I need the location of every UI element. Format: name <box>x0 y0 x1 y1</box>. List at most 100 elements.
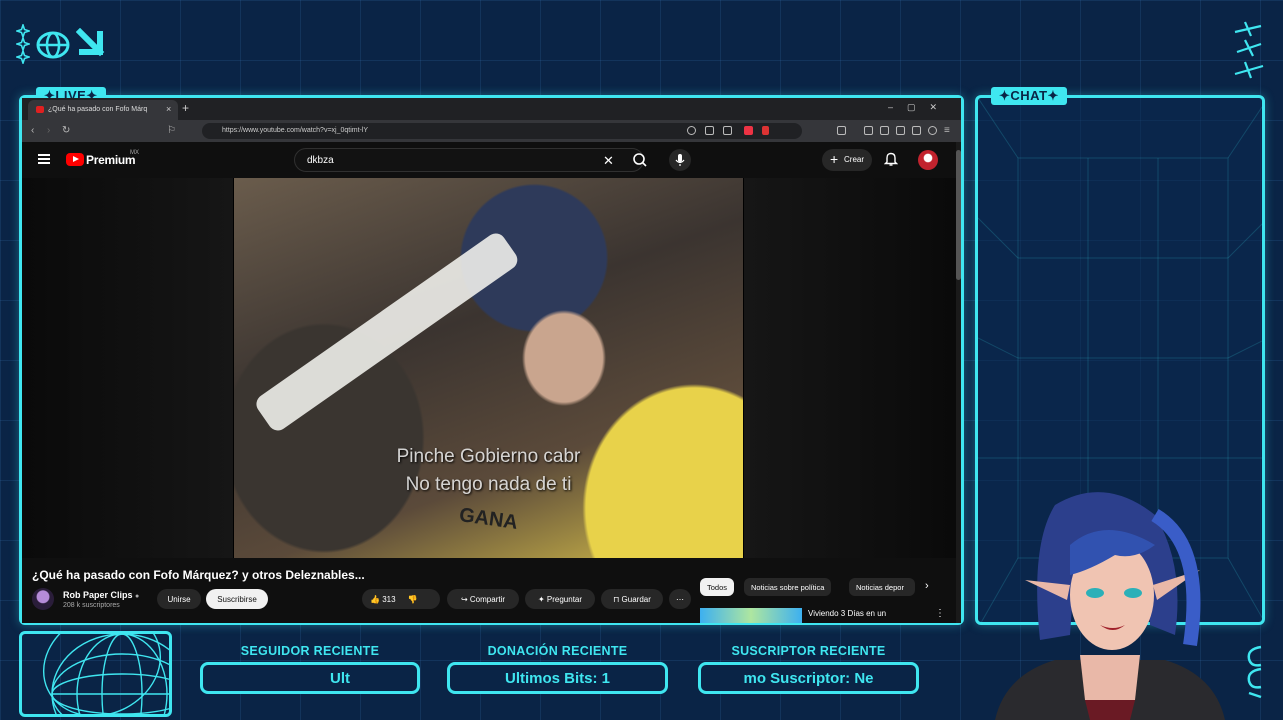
microphone-icon[interactable] <box>669 149 691 171</box>
join-button[interactable]: Unirse <box>157 589 201 609</box>
video-player[interactable]: GANA Pinche Gobierno cabr No tengo nada … <box>22 178 956 558</box>
recent-subscriber-value: mo Suscriptor: Ne <box>743 670 874 687</box>
chip-politics[interactable]: Noticias sobre política <box>744 578 832 596</box>
share-icon[interactable] <box>723 126 732 135</box>
join-label: Unirse <box>167 595 191 604</box>
youtube-logo-icon[interactable] <box>66 153 84 166</box>
ask-button[interactable]: ✦ Preguntar <box>525 589 595 609</box>
create-label: Crear <box>844 155 865 164</box>
user-avatar[interactable] <box>918 150 938 170</box>
share-icon: ↪ <box>460 595 470 604</box>
youtube-brand[interactable]: Premium <box>86 153 136 167</box>
menu-icon[interactable] <box>38 154 50 164</box>
bookmark-icon[interactable]: ⚐ <box>167 125 176 136</box>
url-text: https://www.youtube.com/watch?v=xj_0qtim… <box>222 127 369 134</box>
video-frame[interactable]: GANA Pinche Gobierno cabr No tengo nada … <box>234 178 743 558</box>
tab-title: ¿Qué ha pasado con Fofo Márq <box>48 106 148 113</box>
more-actions-button[interactable]: ⋯ <box>669 589 691 609</box>
extension-icon[interactable] <box>837 126 846 135</box>
arrow-down-right-icon <box>76 28 105 57</box>
decorative-bracket-icon <box>1247 645 1262 699</box>
search-value: dkbza <box>307 155 334 166</box>
cast-icon[interactable] <box>705 126 714 135</box>
channel-avatar[interactable] <box>32 588 54 610</box>
thumbs-down-icon: 👎 <box>407 595 418 604</box>
clear-search-icon[interactable]: ✕ <box>603 153 614 169</box>
reload-icon[interactable]: ↻ <box>62 125 70 136</box>
create-button[interactable]: + Crear <box>822 149 872 171</box>
recent-follower-value: Ult <box>330 670 350 687</box>
recent-follower-box: Ult <box>200 662 420 694</box>
video-info-panel: ¿Qué ha pasado con Fofo Márquez? y otros… <box>22 558 956 623</box>
vpn-icon[interactable] <box>928 126 937 135</box>
sparkle-icon <box>16 24 30 64</box>
browser-tab[interactable]: ¿Qué ha pasado con Fofo Márq × <box>28 100 178 120</box>
search-input[interactable]: dkbza ✕ <box>294 148 644 172</box>
channel-name[interactable]: Rob Paper Clips ● <box>63 590 139 600</box>
share-label: Compartir <box>469 595 506 604</box>
dislike-button[interactable]: 👎 <box>408 595 418 604</box>
subscriber-count: 208 k suscriptores <box>63 602 120 609</box>
save-button[interactable]: ⊓ Guardar <box>601 589 663 609</box>
recommended-title[interactable]: Viviendo 3 Días en un <box>808 609 886 618</box>
like-button[interactable]: 👍 313 <box>370 595 396 604</box>
recent-follower-label: SEGUIDOR RECIENTE <box>240 644 380 658</box>
recent-subscriber-box: mo Suscriptor: Ne <box>698 662 919 694</box>
notifications-bell-icon[interactable] <box>884 151 898 167</box>
channel-logo <box>16 24 116 64</box>
chip-all[interactable]: Todos <box>700 578 735 596</box>
back-icon[interactable]: ‹ <box>31 125 34 136</box>
chip-label: Todos <box>707 583 728 592</box>
recent-donation-label: DONACIÓN RECIENTE <box>487 644 628 658</box>
close-tab-icon[interactable]: × <box>166 104 171 114</box>
recent-donation-value: Ultimos Bits: 1 <box>504 670 610 687</box>
scrollbar-thumb[interactable] <box>956 150 961 280</box>
zoom-icon[interactable] <box>687 126 696 135</box>
youtube-favicon-icon <box>36 106 44 113</box>
globe-icon <box>36 31 70 59</box>
browser-toolbar: ‹ › ↻ ⚐ https://www.youtube.com/watch?v=… <box>22 120 961 142</box>
plus-icon: + <box>830 151 839 167</box>
verified-icon: ● <box>135 593 140 600</box>
vtuber-avatar <box>995 492 1225 720</box>
window-controls[interactable]: –▢✕ <box>888 102 951 113</box>
more-options-icon[interactable]: ⋮ <box>935 608 945 619</box>
thumbs-up-icon: 👍 <box>370 595 380 604</box>
search-icon[interactable] <box>625 148 655 172</box>
music-icon[interactable] <box>864 126 873 135</box>
subtitle-line-1: Pinche Gobierno cabr <box>396 446 581 467</box>
subscribe-label: Suscribirse <box>217 595 257 604</box>
chevron-right-icon[interactable]: › <box>925 580 929 592</box>
save-label: Guardar <box>621 595 651 604</box>
screenshot-icon[interactable] <box>896 126 905 135</box>
recommended-thumbnail[interactable] <box>700 608 802 623</box>
sparkle-icon: ✦ <box>537 595 547 604</box>
wireframe-globe-icon <box>42 634 169 714</box>
region-code: MX <box>130 150 139 156</box>
like-count: 313 <box>382 595 396 604</box>
share-button[interactable]: ↪ Compartir <box>447 589 519 609</box>
subscribe-button[interactable]: Suscribirse <box>206 589 268 609</box>
like-dislike-group: 👍 313 👎 <box>362 589 440 609</box>
video-shirt-text: GANA <box>457 504 520 534</box>
youtube-header: Premium MX dkbza ✕ + Crear <box>22 142 961 178</box>
recent-subscriber-label: SUSCRIPTOR RECIENTE <box>731 644 886 658</box>
recent-donation-box: Ultimos Bits: 1 <box>447 662 668 694</box>
chip-sports[interactable]: Noticias depor <box>849 578 915 596</box>
sidebar-icon[interactable] <box>880 126 889 135</box>
video-title: ¿Qué ha pasado con Fofo Márquez? y otros… <box>32 568 365 582</box>
brave-shield-icon[interactable] <box>744 126 753 135</box>
chip-label: Noticias depor <box>856 583 904 592</box>
video-letterbox-left <box>22 178 233 558</box>
rewards-icon[interactable] <box>762 126 769 135</box>
channel-name-text: Rob Paper Clips <box>63 590 133 600</box>
leo-icon[interactable] <box>912 126 921 135</box>
new-tab-icon[interactable]: + <box>182 101 189 115</box>
chip-label: Noticias sobre política <box>751 583 825 592</box>
browser-tabbar: ¿Qué ha pasado con Fofo Márq × + –▢✕ <box>22 98 961 120</box>
forward-icon[interactable]: › <box>47 125 50 136</box>
globe-panel <box>19 631 172 717</box>
menu-icon[interactable]: ≡ <box>944 125 950 136</box>
video-scene-pole <box>252 229 522 435</box>
more-icon: ⋯ <box>676 595 684 604</box>
